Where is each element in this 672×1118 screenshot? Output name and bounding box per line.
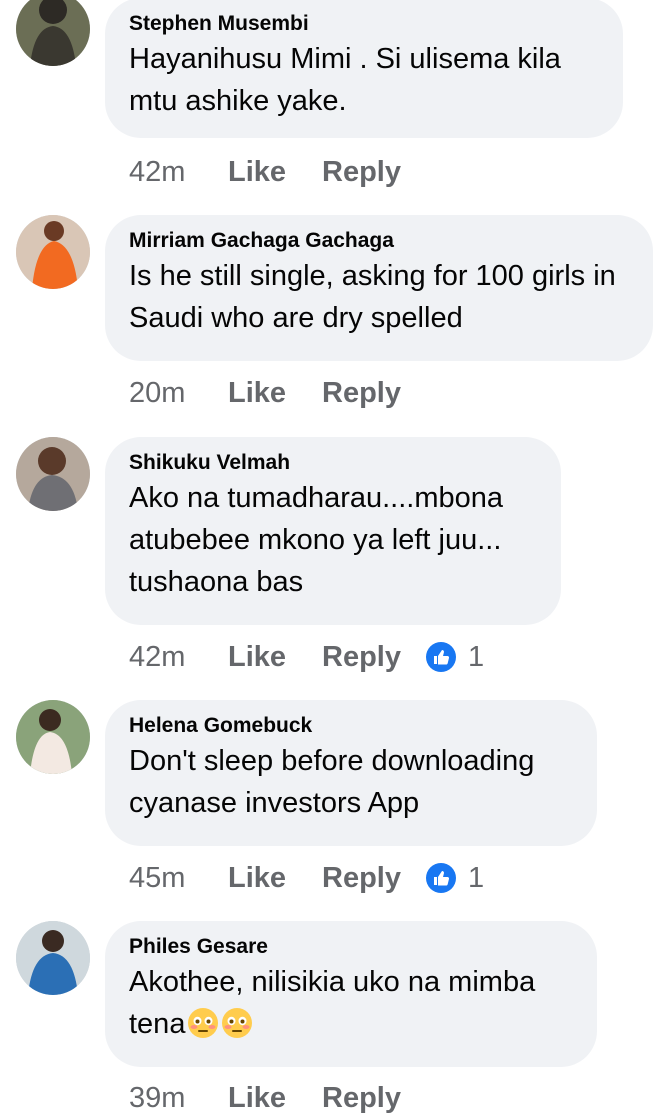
comment-timestamp[interactable]: 20m [129,377,228,410]
comment-text: Hayanihusu Mimi . Si ulisema kila mtu as… [129,43,569,117]
avatar[interactable] [16,700,90,774]
like-reaction-icon [426,642,456,672]
comment-author[interactable]: Shikuku Velmah [129,449,535,477]
like-button[interactable]: Like [228,377,322,410]
comment-author[interactable]: Helena Gomebuck [129,712,571,740]
comment-timestamp[interactable]: 42m [129,641,228,674]
avatar[interactable] [16,0,90,66]
avatar[interactable] [16,215,90,289]
comment-text: Don't sleep before downloading cyanase i… [129,745,543,819]
comment-actions: 20m Like Reply [129,373,426,413]
like-button[interactable]: Like [228,1082,322,1115]
reply-button[interactable]: Reply [322,1082,426,1115]
comment-actions: 42m Like Reply [129,152,426,192]
avatar[interactable] [16,921,90,995]
reaction-count: 1 [468,640,485,673]
comment-text: Ako na tumadharau....mbona atubebee mkon… [129,482,512,598]
like-button[interactable]: Like [228,156,322,189]
comment-text: Akothee, nilisikia uko na mimba tena [129,961,571,1045]
comment-bubble: Stephen Musembi Hayanihusu Mimi . Si uli… [105,0,623,138]
comment-actions: 45m Like Reply 1 [129,858,484,898]
reply-button[interactable]: Reply [322,377,426,410]
flushed-face-emoji [222,1008,253,1038]
reaction-summary[interactable]: 1 [426,641,484,674]
comment-bubble: Mirriam Gachaga Gachaga Is he still sing… [105,215,653,361]
comment-timestamp[interactable]: 45m [129,862,228,895]
comment-bubble: Shikuku Velmah Ako na tumadharau....mbon… [105,437,561,625]
reaction-count: 1 [468,861,485,894]
flushed-face-emoji [188,1008,219,1038]
comment-actions: 39m Like Reply [129,1078,426,1118]
reply-button[interactable]: Reply [322,156,426,189]
avatar[interactable] [16,437,90,511]
comment-actions: 42m Like Reply 1 [129,637,484,677]
comment-author[interactable]: Philes Gesare [129,933,571,961]
comment-bubble: Helena Gomebuck Don't sleep before downl… [105,700,597,846]
comment-timestamp[interactable]: 42m [129,156,228,189]
like-reaction-icon [426,863,456,893]
comment-author[interactable]: Stephen Musembi [129,10,597,38]
comment-timestamp[interactable]: 39m [129,1082,228,1115]
like-button[interactable]: Like [228,862,322,895]
reply-button[interactable]: Reply [322,862,426,895]
comment-text: Is he still single, asking for 100 girls… [129,260,624,334]
comment-author[interactable]: Mirriam Gachaga Gachaga [129,227,627,255]
comment-bubble: Philes Gesare Akothee, nilisikia uko na … [105,921,597,1067]
reaction-summary[interactable]: 1 [426,862,484,895]
like-button[interactable]: Like [228,641,322,674]
reply-button[interactable]: Reply [322,641,426,674]
